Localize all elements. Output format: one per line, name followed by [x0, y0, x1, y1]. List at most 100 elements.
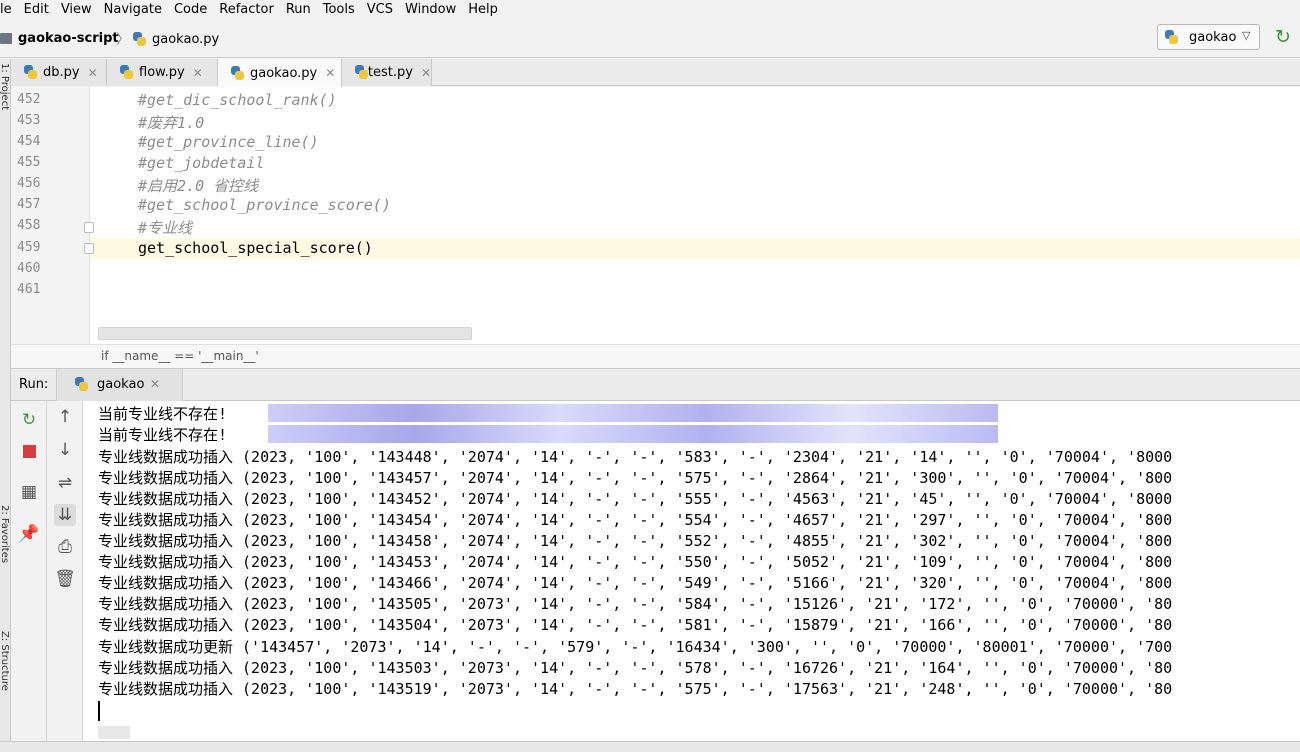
code-line: #专业线: [138, 219, 193, 237]
line-number: 453: [17, 113, 41, 128]
print-icon[interactable]: ⎙: [54, 536, 76, 558]
restore-layout-icon[interactable]: ▦: [18, 481, 40, 503]
line-number: 460: [17, 261, 41, 276]
code-line: #废弃1.0: [138, 114, 205, 132]
editor-tab-bar: db.py ✕ flow.py ✕ gaokao.py ✕ test.py ✕: [11, 59, 1300, 87]
close-icon[interactable]: ✕: [193, 66, 203, 80]
python-file-icon: [132, 32, 147, 47]
code-breadcrumb: if __name__ == '__main__': [11, 344, 1300, 368]
menu-tools[interactable]: Tools: [317, 0, 361, 19]
project-tool-window-button[interactable]: 1: Project: [0, 63, 10, 110]
left-tool-stripe: 1: Project 2: Favorites Z: Structure: [0, 59, 11, 752]
code-line: #get_province_line(): [138, 133, 319, 151]
console-line: 专业线数据成功插入 (2023, '100', '143504', '2073'…: [98, 616, 1173, 634]
python-icon: [74, 377, 89, 392]
python-file-icon: [23, 65, 38, 80]
close-icon[interactable]: ✕: [325, 66, 335, 80]
console-line: 专业线数据成功插入 (2023, '100', '143457', '2074'…: [98, 469, 1173, 487]
pin-icon[interactable]: 📌: [18, 523, 40, 545]
close-icon[interactable]: ✕: [150, 377, 160, 391]
menu-bar: le Edit View Navigate Code Refactor Run …: [0, 0, 1300, 19]
console-line: 专业线数据成功插入 (2023, '100', '143458', '2074'…: [98, 532, 1173, 550]
menu-help[interactable]: Help: [462, 0, 504, 19]
menu-file[interactable]: le: [0, 0, 18, 19]
run-toolbar-secondary: ↑ ↓ ⇌ ⇊ ⎙ 🗑: [47, 401, 83, 741]
console-line: 专业线数据成功插入 (2023, '100', '143454', '2074'…: [98, 511, 1173, 529]
scroll-to-end-icon[interactable]: ⇊: [54, 504, 76, 526]
console-line: 专业线数据成功插入 (2023, '100', '143505', '2073'…: [98, 595, 1173, 613]
line-number: 459: [17, 240, 41, 255]
text-caret: [98, 701, 100, 721]
breadcrumb-scope[interactable]: if __name__ == '__main__': [101, 349, 259, 363]
python-icon: [1164, 30, 1179, 45]
close-icon[interactable]: ✕: [421, 66, 431, 80]
run-configuration-select[interactable]: gaokao ▽: [1157, 24, 1260, 50]
tab-flow-py[interactable]: flow.py ✕: [107, 59, 218, 86]
soft-wrap-icon[interactable]: ⇌: [54, 472, 76, 494]
breadcrumb-project[interactable]: gaokao-script: [18, 31, 119, 46]
tab-label: gaokao.py: [250, 65, 318, 81]
console-line: 专业线数据成功插入 (2023, '100', '143466', '2074'…: [98, 574, 1173, 592]
structure-tool-window-button[interactable]: Z: Structure: [0, 631, 10, 691]
trash-icon[interactable]: 🗑: [54, 568, 76, 590]
python-file-icon: [119, 65, 134, 80]
tab-label: test.py: [367, 65, 413, 80]
navigation-bar: gaokao-script 〉 gaokao.py gaokao ▽ ↻: [0, 20, 1300, 58]
tab-gaokao-py[interactable]: gaokao.py ✕: [218, 59, 342, 87]
console-line: 专业线数据成功更新 ('143457', '2073', '14', '-', …: [98, 638, 1173, 656]
folder-icon: [0, 33, 12, 44]
redacted-region: [268, 425, 998, 443]
menu-navigate[interactable]: Navigate: [98, 0, 168, 19]
console-line: 专业线数据成功插入 (2023, '100', '143452', '2074'…: [98, 490, 1173, 508]
code-editor[interactable]: 452 453 454 455 456 457 458 459 460 461 …: [11, 87, 1300, 344]
code-line: #get_school_province_score(): [138, 196, 391, 214]
close-icon[interactable]: ✕: [88, 66, 98, 80]
chevron-right-icon: 〉: [116, 32, 130, 48]
console-line: 当前专业线不存在!: [98, 405, 228, 423]
menu-run[interactable]: Run: [280, 0, 317, 19]
menu-edit[interactable]: Edit: [18, 0, 55, 19]
code-line: #get_dic_school_rank(): [138, 91, 337, 109]
rerun-icon[interactable]: ↻: [1272, 26, 1294, 48]
menu-code[interactable]: Code: [168, 0, 213, 19]
breadcrumb-file[interactable]: gaokao.py: [152, 32, 219, 47]
fold-marker-icon[interactable]: [84, 243, 94, 254]
menu-refactor[interactable]: Refactor: [213, 0, 280, 19]
favorites-tool-window-button[interactable]: 2: Favorites: [0, 505, 10, 563]
bottom-tool-stripe: [0, 741, 1300, 752]
console-line: 专业线数据成功插入 (2023, '100', '143448', '2074'…: [98, 448, 1173, 466]
stop-icon[interactable]: [18, 441, 40, 463]
run-panel-header: Run: gaokao ✕: [11, 368, 1300, 401]
fold-marker-icon[interactable]: [84, 222, 94, 233]
tab-test-py[interactable]: test.py ✕: [342, 59, 432, 86]
console-horizontal-scrollbar[interactable]: [98, 726, 130, 739]
menu-vcs[interactable]: VCS: [361, 0, 399, 19]
line-number: 455: [17, 155, 41, 170]
rerun-icon[interactable]: ↻: [18, 409, 40, 431]
console-line: 专业线数据成功插入 (2023, '100', '143503', '2073'…: [98, 659, 1173, 677]
tab-label: db.py: [43, 65, 80, 80]
run-tab-gaokao[interactable]: gaokao ✕: [56, 369, 183, 401]
tab-db-py[interactable]: db.py ✕: [11, 59, 107, 86]
line-number: 454: [17, 134, 41, 149]
line-number: 456: [17, 176, 41, 191]
line-number: 452: [17, 92, 41, 107]
line-number: 457: [17, 197, 41, 212]
menu-view[interactable]: View: [55, 0, 98, 19]
chevron-down-icon: ▽: [1242, 29, 1251, 42]
run-console[interactable]: 当前专业线不存在! 当前专业线不存在! 专业线数据成功插入 (2023, '10…: [83, 401, 1300, 741]
code-line: #get_jobdetail: [138, 154, 265, 172]
line-number: 461: [17, 282, 41, 297]
arrow-down-icon[interactable]: ↓: [54, 439, 76, 461]
code-line: #启用2.0 省控线: [138, 177, 259, 195]
menu-window[interactable]: Window: [399, 0, 462, 19]
run-configuration-label: gaokao: [1189, 30, 1237, 45]
run-toolbar-primary: ↻ ▦ 📌: [11, 401, 47, 741]
python-file-icon: [354, 65, 368, 80]
run-panel-title: Run:: [19, 377, 49, 392]
editor-horizontal-scrollbar[interactable]: [98, 327, 472, 340]
arrow-up-icon[interactable]: ↑: [54, 406, 76, 428]
code-line: get_school_special_score(): [138, 239, 373, 257]
console-line: 专业线数据成功插入 (2023, '100', '143453', '2074'…: [98, 553, 1173, 571]
redacted-region: [268, 404, 998, 422]
